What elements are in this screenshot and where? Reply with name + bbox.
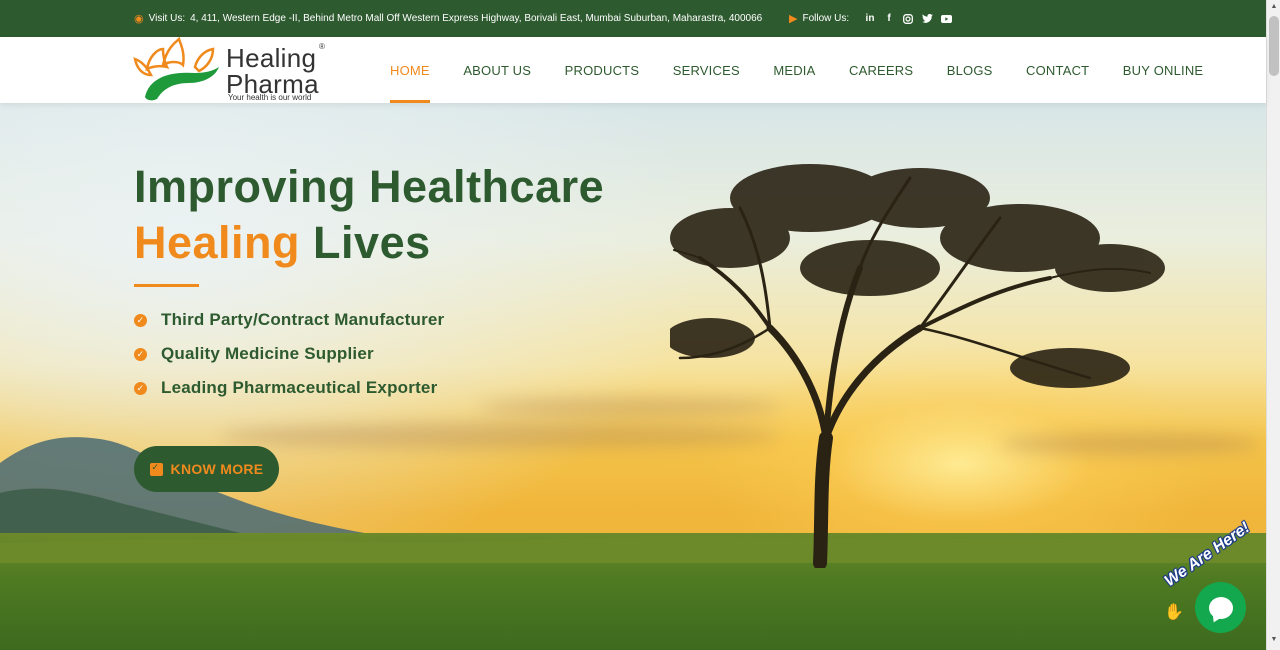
top-info-bar: ◉ Visit Us: 4, 411, Western Edge -II, Be…: [0, 0, 1266, 37]
nav-blogs[interactable]: BLOGS: [947, 37, 993, 103]
list-item: ✓ Third Party/Contract Manufacturer: [134, 303, 444, 337]
heading-divider: [134, 284, 199, 287]
pointer-icon: ▶: [789, 13, 798, 25]
calendar-check-icon: [149, 462, 163, 476]
chat-bubble-icon: [1208, 596, 1233, 619]
linkedin-icon[interactable]: in: [864, 13, 876, 25]
nav-about-us[interactable]: ABOUT US: [463, 37, 531, 103]
twitter-icon[interactable]: [921, 13, 933, 25]
feature-text: Third Party/Contract Manufacturer: [161, 310, 445, 329]
know-more-label: KNOW MORE: [170, 461, 264, 477]
list-item: ✓ Quality Medicine Supplier: [134, 337, 444, 371]
waving-hand-icon: ✋: [1164, 604, 1184, 621]
nav-services[interactable]: SERVICES: [673, 37, 740, 103]
check-circle-icon: ✓: [134, 347, 147, 361]
feature-text: Quality Medicine Supplier: [161, 344, 374, 363]
address-text: 4, 411, Western Edge -II, Behind Metro M…: [190, 13, 763, 24]
main-nav: HOME ABOUT US PRODUCTS SERVICES MEDIA CA…: [390, 37, 1237, 103]
follow-label: Follow Us:: [802, 13, 850, 24]
hero-heading-rest: Lives: [300, 217, 431, 268]
feature-list: ✓ Third Party/Contract Manufacturer ✓ Qu…: [134, 303, 444, 405]
logo-tagline: Your health is our world: [228, 93, 312, 102]
hero-banner: Improving Healthcare Healing Lives ✓ Thi…: [0, 103, 1266, 650]
hero-heading-highlight: Healing: [134, 217, 301, 268]
nav-products[interactable]: PRODUCTS: [565, 37, 640, 103]
site-header: Healing ® Pharma Your health is our worl…: [0, 37, 1266, 103]
visit-label: Visit Us:: [148, 13, 186, 24]
feature-text: Leading Pharmaceutical Exporter: [161, 378, 438, 397]
youtube-icon[interactable]: [940, 13, 952, 25]
page-scrollbar[interactable]: ▲ ▼: [1266, 0, 1280, 650]
follow-block: ▶ Follow Us:: [789, 0, 849, 37]
social-links: in f: [864, 0, 952, 37]
registered-mark: ®: [319, 42, 325, 51]
nav-careers[interactable]: CAREERS: [849, 37, 913, 103]
location-pin-icon: ◉: [134, 13, 144, 25]
hero-heading: Improving Healthcare Healing Lives: [134, 159, 604, 271]
nav-contact[interactable]: CONTACT: [1026, 37, 1089, 103]
list-item: ✓ Leading Pharmaceutical Exporter: [134, 371, 444, 405]
facebook-icon[interactable]: f: [883, 13, 895, 25]
chat-launcher-button[interactable]: [1195, 582, 1246, 633]
lotus-leaf-logo-icon: [133, 37, 219, 101]
scroll-down-arrow-icon[interactable]: ▼: [1267, 636, 1280, 646]
check-circle-icon: ✓: [134, 313, 147, 327]
nav-buy-online[interactable]: BUY ONLINE: [1123, 37, 1204, 103]
hero-heading-line1: Improving Healthcare: [134, 161, 605, 212]
scroll-up-arrow-icon[interactable]: ▲: [1267, 3, 1280, 13]
instagram-icon[interactable]: [902, 13, 914, 25]
check-circle-icon: ✓: [134, 381, 147, 395]
address-block: ◉ Visit Us: 4, 411, Western Edge -II, Be…: [134, 0, 762, 37]
site-logo[interactable]: Healing ® Pharma Your health is our worl…: [133, 37, 333, 103]
scroll-thumb[interactable]: [1269, 16, 1279, 76]
nav-media[interactable]: MEDIA: [773, 37, 815, 103]
tree-silhouette: [670, 164, 1165, 568]
know-more-button[interactable]: KNOW MORE: [134, 446, 279, 492]
nav-home[interactable]: HOME: [390, 37, 430, 103]
